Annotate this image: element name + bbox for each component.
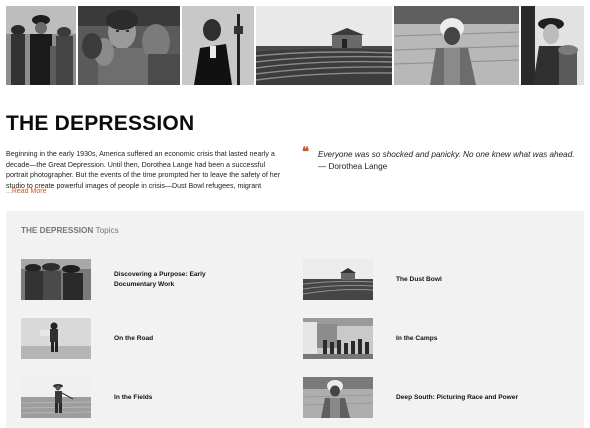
- pull-quote: Everyone was so shocked and panicky. No …: [318, 149, 580, 173]
- topic-thumbnail[interactable]: [303, 377, 373, 418]
- photo-strip: [6, 6, 584, 85]
- topic-thumbnail[interactable]: [21, 318, 91, 359]
- quote-text: Everyone was so shocked and panicky. No …: [318, 150, 575, 159]
- topic-thumbnail[interactable]: [303, 259, 373, 300]
- topics-heading: THE DEPRESSION Topics: [21, 226, 119, 235]
- topic-card-in-the-fields[interactable]: In the Fields: [21, 377, 239, 418]
- read-more-link[interactable]: ...Read More: [6, 188, 46, 195]
- photo-microphone[interactable]: [182, 6, 254, 85]
- photo-woman-hat[interactable]: [521, 6, 584, 85]
- topic-title[interactable]: Deep South: Picturing Race and Power: [396, 393, 521, 403]
- topic-title[interactable]: In the Camps: [396, 334, 521, 344]
- topic-title[interactable]: The Dust Bowl: [396, 275, 521, 285]
- topics-heading-bold: THE DEPRESSION: [21, 226, 94, 235]
- topic-card-in-the-camps[interactable]: In the Camps: [303, 318, 521, 359]
- topic-card-dust-bowl[interactable]: The Dust Bowl: [303, 259, 521, 300]
- photo-migrant-mother[interactable]: [78, 6, 180, 85]
- photo-woman-field[interactable]: [394, 6, 519, 85]
- quote-attribution: — Dorothea Lange: [318, 162, 388, 171]
- topic-thumbnail[interactable]: [21, 259, 91, 300]
- photo-plowed-field[interactable]: [256, 6, 392, 85]
- topic-card-deep-south[interactable]: Deep South: Picturing Race and Power: [303, 377, 521, 418]
- intro-paragraph: Beginning in the early 1930s, America su…: [6, 150, 281, 190]
- topic-card-on-the-road[interactable]: On the Road: [21, 318, 239, 359]
- topic-title[interactable]: Discovering a Purpose: Early Documentary…: [114, 270, 239, 289]
- photo-crowd[interactable]: [6, 6, 76, 85]
- page-title: THE DEPRESSION: [6, 112, 195, 135]
- topics-heading-rest: Topics: [93, 226, 119, 235]
- topic-title[interactable]: On the Road: [114, 334, 239, 344]
- topic-card-early-documentary[interactable]: Discovering a Purpose: Early Documentary…: [21, 259, 239, 300]
- topic-title[interactable]: In the Fields: [114, 393, 239, 403]
- quote-icon: ❝: [302, 145, 309, 160]
- topic-thumbnail[interactable]: [21, 377, 91, 418]
- topics-panel: THE DEPRESSION Topics Discovering a Purp…: [6, 211, 584, 428]
- topic-thumbnail[interactable]: [303, 318, 373, 359]
